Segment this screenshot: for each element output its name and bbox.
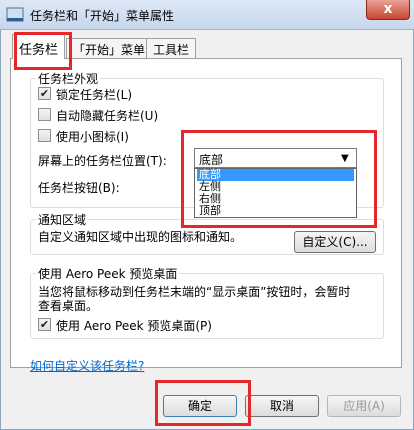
notify-description: 自定义通知区域中出现的图标和通知。	[38, 230, 243, 244]
tab-toolbars[interactable]: 工具栏	[146, 38, 197, 58]
taskbar-window-icon	[6, 7, 24, 22]
small-icons-checkbox[interactable]	[38, 129, 51, 142]
peek-legend: 使用 Aero Peek 预览桌面	[36, 265, 180, 282]
tab-taskbar[interactable]: 任务栏	[12, 34, 66, 59]
small-icons-label: 使用小图标(I)	[56, 130, 129, 144]
peek-description-line2: 查看桌面。	[38, 299, 99, 313]
tab-start-menu[interactable]: 「开始」菜单	[66, 38, 153, 58]
ok-button[interactable]: 确定	[163, 395, 237, 417]
lock-taskbar-checkbox[interactable]: ✔	[38, 87, 51, 100]
help-link[interactable]: 如何自定义该任务栏?	[30, 357, 144, 374]
location-select[interactable]: 底部 ▼	[194, 148, 357, 168]
lock-taskbar-label: 锁定任务栏(L)	[56, 88, 133, 102]
notify-legend: 通知区域	[36, 211, 89, 228]
location-dropdown: 底部 左侧 右侧 顶部	[194, 168, 357, 218]
taskbar-buttons-label: 任务栏按钮(B):	[38, 181, 120, 195]
cancel-button[interactable]: 取消	[245, 395, 319, 417]
apply-button[interactable]: 应用(A)	[327, 395, 401, 417]
appearance-legend: 任务栏外观	[36, 70, 101, 87]
location-selected-value: 底部	[199, 153, 224, 167]
close-button[interactable]: x	[366, 0, 410, 20]
location-option-top[interactable]: 顶部	[197, 205, 354, 217]
chevron-down-icon: ▼	[341, 153, 349, 164]
autohide-checkbox[interactable]	[38, 108, 51, 121]
peek-checkbox-label: 使用 Aero Peek 预览桌面(P)	[56, 319, 212, 333]
customize-button[interactable]: 自定义(C)...	[294, 231, 376, 253]
window-title: 任务栏和「开始」菜单属性	[30, 9, 175, 23]
peek-checkbox[interactable]: ✔	[38, 318, 51, 331]
location-label: 屏幕上的任务栏位置(T):	[38, 154, 167, 168]
autohide-label: 自动隐藏任务栏(U)	[56, 109, 159, 123]
